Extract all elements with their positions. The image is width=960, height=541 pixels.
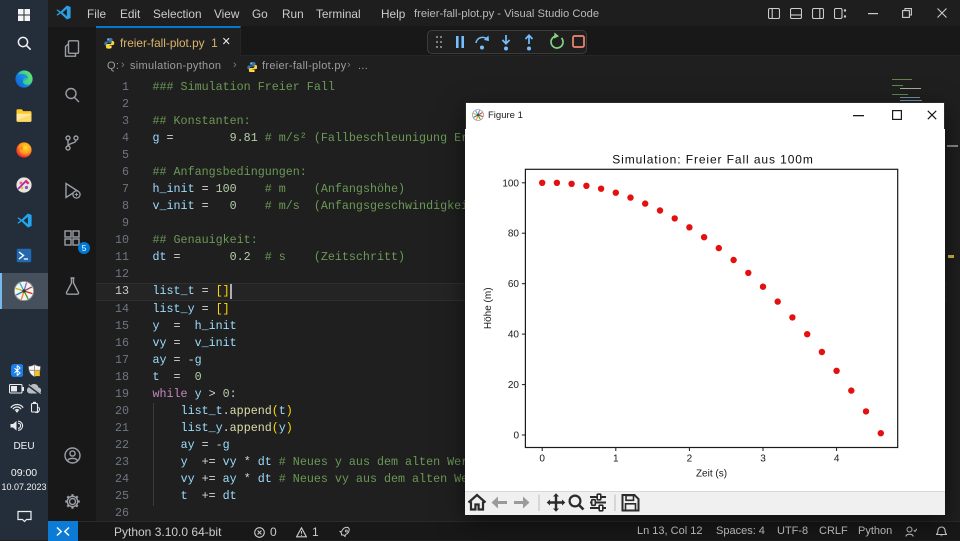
svg-text:40: 40 xyxy=(508,330,520,341)
svg-text:0: 0 xyxy=(539,454,545,465)
svg-text:0: 0 xyxy=(513,431,519,442)
svg-text:100: 100 xyxy=(502,178,519,189)
svg-text:2: 2 xyxy=(687,454,693,465)
svg-text:1: 1 xyxy=(613,454,619,465)
svg-text:20: 20 xyxy=(508,380,520,391)
svg-text:Zeit (s): Zeit (s) xyxy=(696,469,727,480)
svg-text:3: 3 xyxy=(760,454,766,465)
svg-text:80: 80 xyxy=(508,229,520,240)
svg-text:4: 4 xyxy=(834,454,840,465)
svg-text:60: 60 xyxy=(508,279,520,290)
svg-text:Simulation: Freier Fall aus 10: Simulation: Freier Fall aus 100m xyxy=(612,153,814,167)
svg-text:Höhe (m): Höhe (m) xyxy=(483,287,494,329)
